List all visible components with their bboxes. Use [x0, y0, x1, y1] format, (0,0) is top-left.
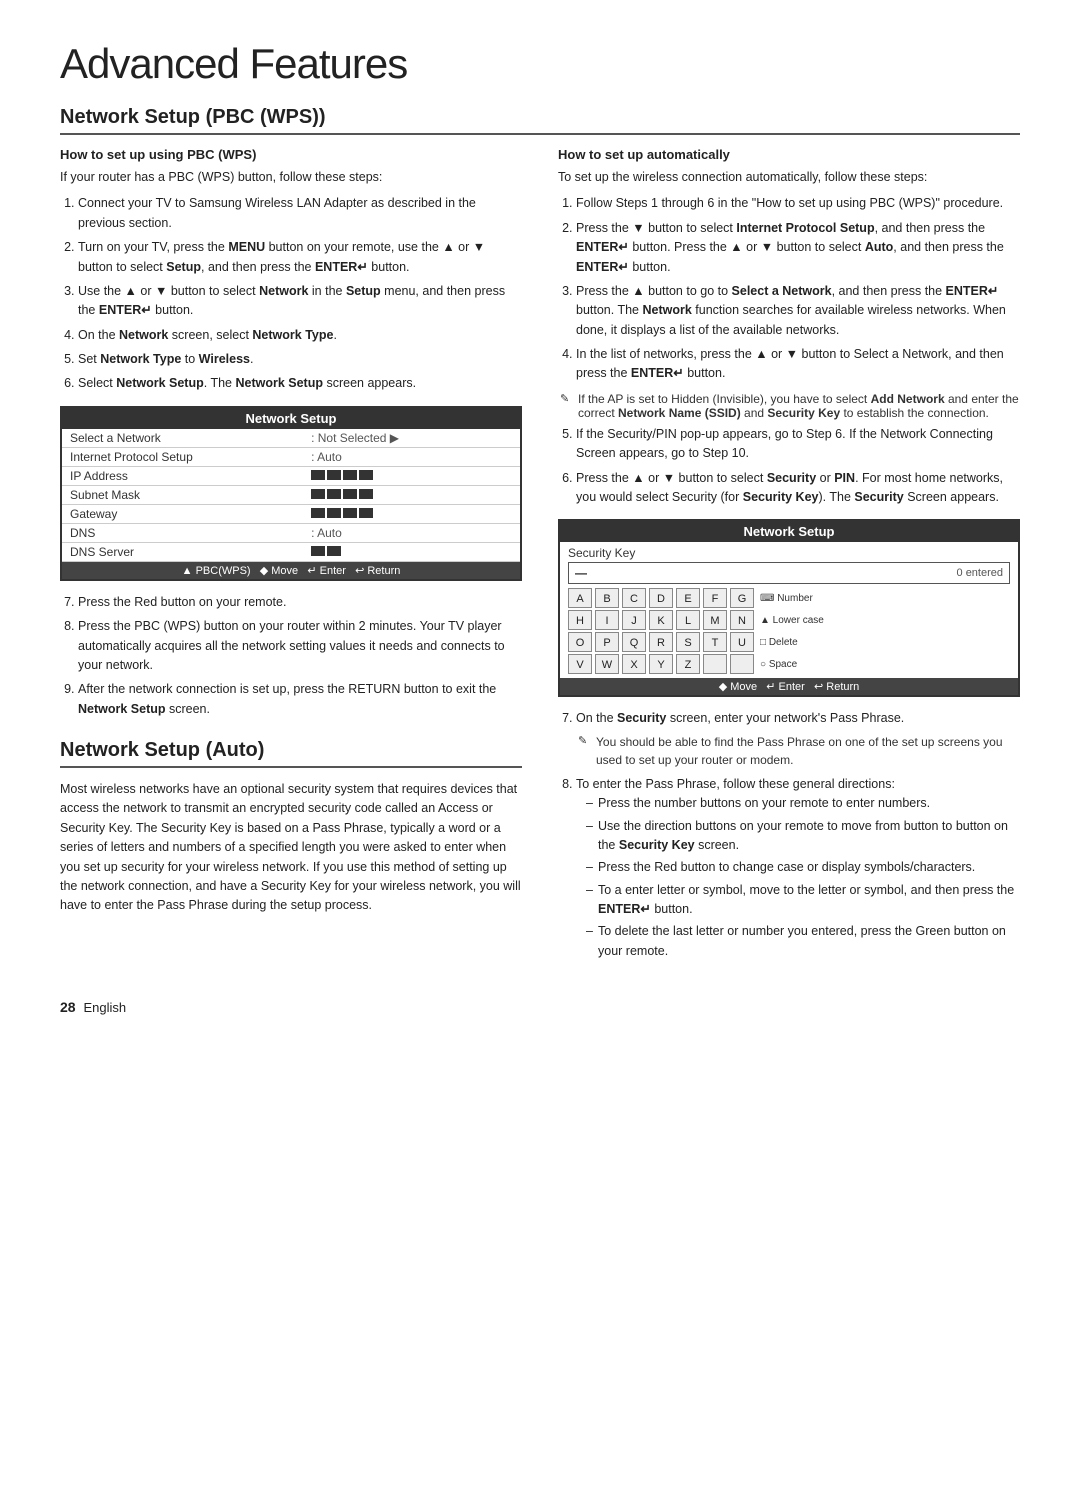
key-S[interactable]: S [676, 632, 700, 652]
page-language: English [83, 1000, 126, 1015]
network-box-footer: ▲ PBC(WPS) ◆ Move ↵ Enter ↩ Return [62, 562, 520, 579]
auto-step-5: If the Security/PIN pop-up appears, go t… [576, 425, 1020, 464]
key-X[interactable]: X [622, 654, 646, 674]
network-row-dns-server: DNS Server [62, 543, 520, 562]
auto-step-1: Follow Steps 1 through 6 in the "How to … [576, 194, 1020, 213]
auto-steps-2: If the Security/PIN pop-up appears, go t… [558, 425, 1020, 508]
key-T[interactable]: T [703, 632, 727, 652]
section-auto: Network Setup (Auto) Most wireless netwo… [60, 739, 522, 916]
direction-4: To a enter letter or symbol, move to the… [586, 881, 1020, 920]
key-row-vz: V W X Y Z ○ Space [568, 654, 1010, 674]
key-C[interactable]: C [622, 588, 646, 608]
key-K[interactable]: K [649, 610, 673, 630]
pbc-intro: If your router has a PBC (WPS) button, f… [60, 168, 522, 187]
key-Q[interactable]: Q [622, 632, 646, 652]
key-O[interactable]: O [568, 632, 592, 652]
network-row-protocol: Internet Protocol Setup : Auto [62, 448, 520, 467]
key-A[interactable]: A [568, 588, 592, 608]
page-number: 28 [60, 999, 76, 1015]
step-8: Press the PBC (WPS) button on your route… [78, 617, 522, 675]
key-H[interactable]: H [568, 610, 592, 630]
key-entered: 0 entered [957, 567, 1003, 579]
direction-3: Press the Red button to change case or d… [586, 858, 1020, 877]
step-7: Press the Red button on your remote. [78, 593, 522, 612]
auto-step-6: Press the ▲ or ▼ button to select Securi… [576, 469, 1020, 508]
security-key-input: — 0 entered [568, 562, 1010, 584]
direction-5: To delete the last letter or number you … [586, 922, 1020, 961]
direction-1: Press the number buttons on your remote … [586, 794, 1020, 813]
row4-label: ○ Space [760, 659, 797, 670]
auto-steps-3: On the Security screen, enter your netwo… [558, 709, 1020, 961]
step-9: After the network connection is set up, … [78, 680, 522, 719]
key-W[interactable]: W [595, 654, 619, 674]
security-box-title: Network Setup [560, 521, 1018, 542]
key-U[interactable]: U [730, 632, 754, 652]
col-left: How to set up using PBC (WPS) If your ro… [60, 147, 522, 969]
page-footer: 28 English [60, 999, 1020, 1015]
col-right: How to set up automatically To set up th… [558, 147, 1020, 969]
direction-2: Use the direction buttons on your remote… [586, 817, 1020, 856]
auto-note2: You should be able to find the Pass Phra… [576, 733, 1020, 770]
auto-step-3: Press the ▲ button to go to Select a Net… [576, 282, 1020, 340]
network-row-select: Select a Network : Not Selected ▶ [62, 429, 520, 448]
security-key-box: Network Setup Security Key — 0 entered A… [558, 519, 1020, 697]
key-F[interactable]: F [703, 588, 727, 608]
step-5: Set Network Type to Wireless. [78, 350, 522, 369]
auto-section-intro: To set up the wireless connection automa… [558, 168, 1020, 187]
auto-section-title: How to set up automatically [558, 147, 1020, 162]
network-row-subnet: Subnet Mask [62, 486, 520, 505]
key-blank1 [703, 654, 727, 674]
security-box-footer: ◆ Move ↵ Enter ↩ Return [560, 678, 1018, 695]
key-row-ou: O P Q R S T U □ Delete [568, 632, 1010, 652]
network-row-ip: IP Address [62, 467, 520, 486]
step-4: On the Network screen, select Network Ty… [78, 326, 522, 345]
security-key-label: Security Key [560, 542, 1018, 562]
network-setup-box: Network Setup Select a Network : Not Sel… [60, 406, 522, 581]
key-cursor: — [575, 566, 587, 580]
row2-label: ▲ Lower case [760, 615, 824, 626]
key-row-hn: H I J K L M N ▲ Lower case [568, 610, 1010, 630]
key-J[interactable]: J [622, 610, 646, 630]
key-row-ag: A B C D E F G ⌨ Number [568, 588, 1010, 608]
auto-step-2: Press the ▼ button to select Internet Pr… [576, 219, 1020, 277]
auto-steps: Follow Steps 1 through 6 in the "How to … [558, 194, 1020, 383]
pbc-steps: Connect your TV to Samsung Wireless LAN … [60, 194, 522, 393]
key-R[interactable]: R [649, 632, 673, 652]
key-D[interactable]: D [649, 588, 673, 608]
key-G[interactable]: G [730, 588, 754, 608]
auto-note1: If the AP is set to Hidden (Invisible), … [558, 392, 1020, 420]
section1-title: Network Setup (PBC (WPS)) [60, 106, 1020, 135]
network-row-gateway: Gateway [62, 505, 520, 524]
auto-step-8: To enter the Pass Phrase, follow these g… [576, 775, 1020, 961]
key-M[interactable]: M [703, 610, 727, 630]
auto-step-7: On the Security screen, enter your netwo… [576, 709, 1020, 770]
step-6: Select Network Setup. The Network Setup … [78, 374, 522, 393]
key-Z[interactable]: Z [676, 654, 700, 674]
network-row-dns: DNS : Auto [62, 524, 520, 543]
auto-intro: Most wireless networks have an optional … [60, 780, 522, 916]
network-box-title: Network Setup [62, 408, 520, 429]
subsection-pbc-title: How to set up using PBC (WPS) [60, 147, 522, 162]
section2-title: Network Setup (Auto) [60, 739, 522, 768]
step-2: Turn on your TV, press the MENU button o… [78, 238, 522, 277]
section-pbc-wps: Network Setup (PBC (WPS)) How to set up … [60, 106, 1020, 969]
key-N[interactable]: N [730, 610, 754, 630]
step-1: Connect your TV to Samsung Wireless LAN … [78, 194, 522, 233]
key-blank2 [730, 654, 754, 674]
step-3: Use the ▲ or ▼ button to select Network … [78, 282, 522, 321]
key-V[interactable]: V [568, 654, 592, 674]
row3-label: □ Delete [760, 637, 798, 648]
row1-label: ⌨ Number [760, 593, 813, 604]
auto-step-4: In the list of networks, press the ▲ or … [576, 345, 1020, 384]
pbc-steps-continued: Press the Red button on your remote. Pre… [60, 593, 522, 719]
key-B[interactable]: B [595, 588, 619, 608]
key-Y[interactable]: Y [649, 654, 673, 674]
key-L[interactable]: L [676, 610, 700, 630]
key-E[interactable]: E [676, 588, 700, 608]
page-title: Advanced Features [60, 40, 1020, 88]
directions-list: Press the number buttons on your remote … [576, 794, 1020, 961]
key-P[interactable]: P [595, 632, 619, 652]
key-I[interactable]: I [595, 610, 619, 630]
